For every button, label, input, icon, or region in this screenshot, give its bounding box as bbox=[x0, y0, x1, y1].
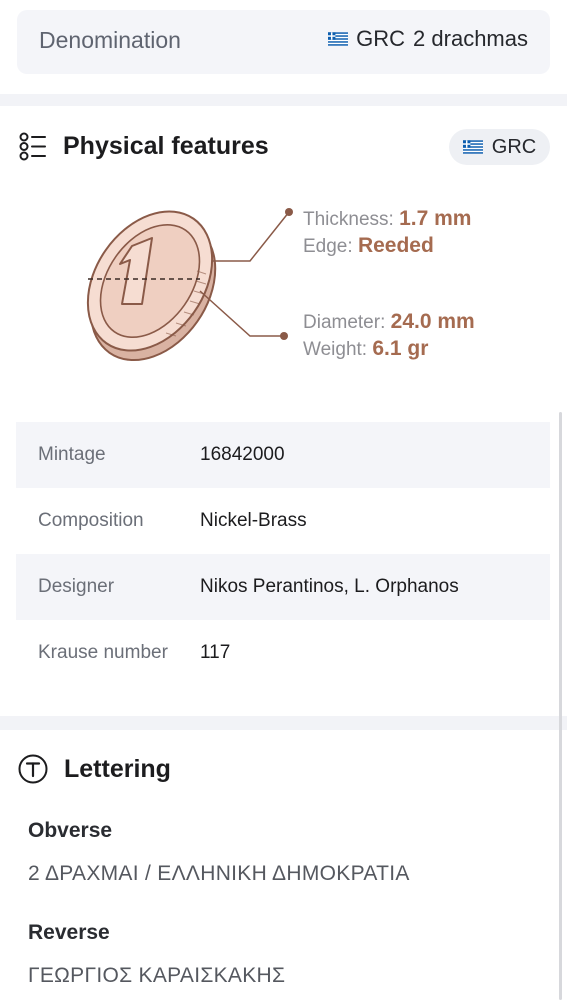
spec-value: 16842000 bbox=[200, 444, 285, 465]
denomination-value-group: GRC 2 drachmas bbox=[328, 26, 528, 52]
section-divider bbox=[0, 716, 567, 730]
obverse-text: 2 ΔΡΑΧΜΑΙ / ΕΛΛΗΝΙΚΗ ΔΗΜΟΚΡΑΤΙΑ bbox=[28, 862, 410, 885]
section-divider bbox=[0, 94, 567, 106]
edge-label: Edge: bbox=[303, 236, 353, 257]
greece-flag-icon bbox=[328, 32, 349, 46]
table-row: Designer Nikos Perantinos, L. Orphanos bbox=[16, 554, 550, 620]
thickness-feature: Thickness: 1.7 mm bbox=[303, 207, 471, 231]
diameter-value: 24.0 mm bbox=[390, 310, 475, 333]
edge-feature: Edge: Reeded bbox=[303, 234, 434, 258]
coin-illustration bbox=[86, 208, 293, 362]
spec-value: Nikos Perantinos, L. Orphanos bbox=[200, 576, 459, 597]
denomination-value: 2 drachmas bbox=[413, 26, 528, 51]
denomination-section: Denomination GRC 2 drachmas bbox=[0, 0, 567, 94]
spec-label: Krause number bbox=[38, 642, 168, 663]
table-row: Krause number 117 bbox=[16, 620, 550, 686]
thickness-label: Thickness: bbox=[303, 209, 394, 230]
thickness-value: 1.7 mm bbox=[399, 207, 472, 230]
weight-feature: Weight: 6.1 gr bbox=[303, 337, 428, 361]
lettering-header: Lettering bbox=[18, 754, 171, 784]
specs-table: Mintage 16842000 Composition Nickel-Bras… bbox=[16, 422, 550, 686]
spec-label: Mintage bbox=[38, 444, 106, 465]
spec-value: Nickel-Brass bbox=[200, 510, 307, 531]
physical-features-section: Physical features GRC Thickness: 1.7 mm … bbox=[0, 106, 567, 716]
physical-features-title: Physical features bbox=[63, 132, 269, 160]
greece-flag-icon bbox=[462, 140, 483, 154]
spec-value: 117 bbox=[200, 642, 231, 663]
text-t-icon bbox=[18, 754, 48, 784]
denomination-country: GRC bbox=[356, 26, 406, 51]
physical-features-header: Physical features bbox=[18, 132, 269, 161]
scrollbar[interactable] bbox=[559, 412, 562, 1000]
spec-label: Composition bbox=[38, 510, 144, 531]
list-icon bbox=[19, 132, 46, 161]
denomination-card: Denomination GRC 2 drachmas bbox=[17, 10, 550, 74]
country-badge-label: GRC bbox=[491, 135, 537, 158]
diameter-feature: Diameter: 24.0 mm bbox=[303, 310, 475, 334]
reverse-title: Reverse bbox=[28, 921, 110, 944]
coin-diagram bbox=[0, 186, 567, 386]
lettering-title: Lettering bbox=[64, 754, 171, 783]
diameter-label: Diameter: bbox=[303, 312, 386, 333]
country-badge[interactable]: GRC bbox=[449, 129, 550, 165]
denomination-label: Denomination bbox=[39, 27, 181, 53]
reverse-text: ΓΕΩΡΓΙΟΣ ΚΑΡΑΙΣΚΑΚΗΣ bbox=[28, 964, 286, 987]
edge-value: Reeded bbox=[357, 234, 434, 257]
spec-label: Designer bbox=[38, 576, 115, 597]
weight-label: Weight: bbox=[303, 339, 368, 360]
obverse-title: Obverse bbox=[28, 819, 113, 842]
table-row: Composition Nickel-Brass bbox=[16, 488, 550, 554]
weight-value: 6.1 gr bbox=[372, 337, 429, 360]
lettering-section: Lettering Obverse 2 ΔΡΑΧΜΑΙ / ΕΛΛΗΝΙΚΗ Δ… bbox=[0, 730, 567, 1000]
table-row: Mintage 16842000 bbox=[16, 422, 550, 488]
